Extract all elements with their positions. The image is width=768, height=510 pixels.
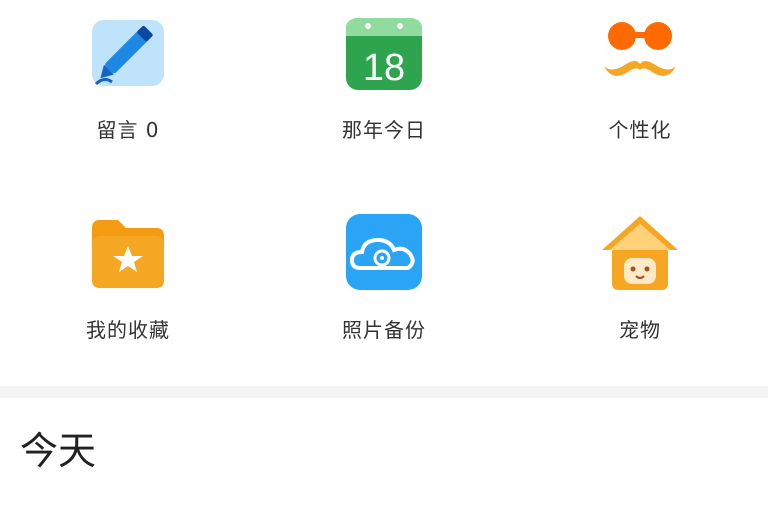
cloud-photo-icon bbox=[342, 210, 426, 294]
grid-item-personalize[interactable]: 个性化 bbox=[540, 0, 740, 170]
feature-grid: 留言 0 18 那年今日 个性化 我的收藏 照片备份 宠物 bbox=[0, 0, 768, 370]
calendar-icon: 18 bbox=[342, 10, 426, 94]
grid-item-on-this-day[interactable]: 18 那年今日 bbox=[284, 0, 484, 170]
grid-item-label: 个性化 bbox=[608, 118, 672, 142]
app-page: 留言 0 18 那年今日 个性化 我的收藏 照片备份 宠物 今天 bbox=[0, 0, 768, 510]
calendar-day: 18 bbox=[363, 47, 405, 89]
pet-house-icon bbox=[598, 210, 682, 294]
grid-item-label: 我的收藏 bbox=[86, 318, 170, 342]
section-title: 今天 bbox=[20, 429, 97, 473]
grid-item-photo-backup[interactable]: 照片备份 bbox=[284, 200, 484, 370]
grid-item-messages[interactable]: 留言 0 bbox=[28, 0, 228, 170]
grid-item-label: 宠物 bbox=[619, 318, 661, 342]
folder-star-icon bbox=[86, 210, 170, 294]
grid-item-label: 那年今日 bbox=[342, 118, 426, 142]
grid-item-label: 照片备份 bbox=[342, 318, 426, 342]
grid-item-pets[interactable]: 宠物 bbox=[540, 200, 740, 370]
section-divider bbox=[0, 386, 768, 398]
mustache-glasses-icon bbox=[598, 10, 682, 94]
grid-item-favorites[interactable]: 我的收藏 bbox=[28, 200, 228, 370]
pencil-icon bbox=[86, 10, 170, 94]
grid-item-label: 留言 0 bbox=[96, 118, 160, 142]
